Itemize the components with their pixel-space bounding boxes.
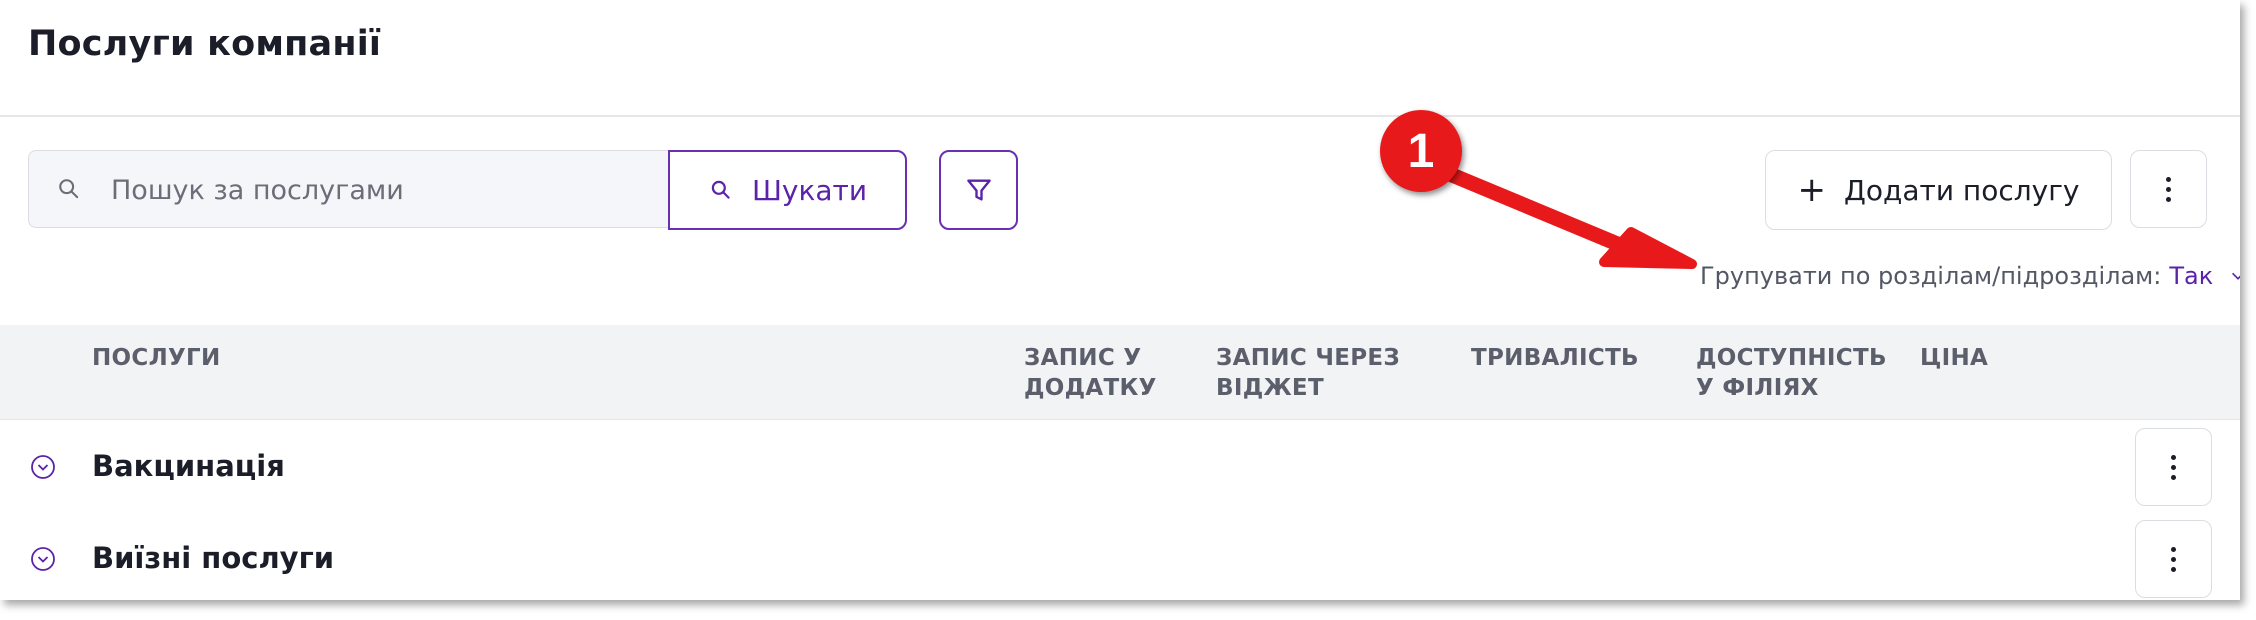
column-header-branch-availability: ДОСТУПНІСТЬ У ФІЛІЯХ bbox=[1696, 345, 1887, 401]
expand-icon[interactable] bbox=[30, 454, 56, 480]
column-header-app-booking: ЗАПИС У ДОДАТКУ bbox=[1024, 345, 1157, 401]
column-header-duration: ТРИВАЛІСТЬ bbox=[1471, 345, 1639, 371]
search-input[interactable] bbox=[109, 169, 653, 211]
annotation-badge: 1 bbox=[1380, 110, 1462, 192]
search-button-label: Шукати bbox=[751, 173, 868, 207]
search-field[interactable] bbox=[28, 150, 669, 228]
section-name[interactable]: Вакцинація bbox=[92, 449, 285, 483]
kebab-icon bbox=[2166, 176, 2171, 202]
search-icon bbox=[59, 179, 79, 199]
grouping-value[interactable]: Так bbox=[2169, 262, 2213, 290]
add-service-label: Додати послугу bbox=[1843, 173, 2080, 207]
section-name[interactable]: Виїзні послуги bbox=[92, 541, 334, 575]
search-button[interactable]: Шукати bbox=[668, 150, 907, 230]
table-header: ПОСЛУГИ ЗАПИС У ДОДАТКУ ЗАПИС ЧЕРЕЗ ВІДЖ… bbox=[0, 325, 2240, 420]
filter-button[interactable] bbox=[939, 150, 1018, 230]
table-row: Виїзні послуги bbox=[0, 513, 2240, 600]
filter-icon bbox=[966, 179, 991, 201]
row-more-button[interactable] bbox=[2135, 520, 2212, 598]
header-divider bbox=[0, 115, 2240, 117]
column-header-widget-booking: ЗАПИС ЧЕРЕЗ ВІДЖЕТ bbox=[1216, 345, 1401, 401]
expand-icon[interactable] bbox=[30, 546, 56, 572]
column-header-services: ПОСЛУГИ bbox=[92, 345, 221, 371]
grouping-label: Групувати по розділам/підрозділам: bbox=[1700, 262, 2162, 290]
plus-icon: + bbox=[1797, 170, 1826, 210]
search-icon bbox=[711, 180, 730, 199]
page-title: Послуги компанії bbox=[28, 24, 382, 64]
more-options-button[interactable] bbox=[2130, 150, 2207, 228]
kebab-icon bbox=[2171, 454, 2176, 480]
services-panel: Послуги компанії Шукати + Додати послугу… bbox=[0, 0, 2240, 600]
kebab-icon bbox=[2171, 546, 2176, 572]
row-more-button[interactable] bbox=[2135, 428, 2212, 506]
column-header-price: ЦІНА bbox=[1920, 345, 1989, 371]
table-row: Вакцинація bbox=[0, 421, 2240, 514]
add-service-button[interactable]: + Додати послугу bbox=[1765, 150, 2112, 230]
chevron-down-icon[interactable] bbox=[2229, 267, 2240, 285]
grouping-control: Групувати по розділам/підрозділам: Так bbox=[1700, 262, 2240, 290]
